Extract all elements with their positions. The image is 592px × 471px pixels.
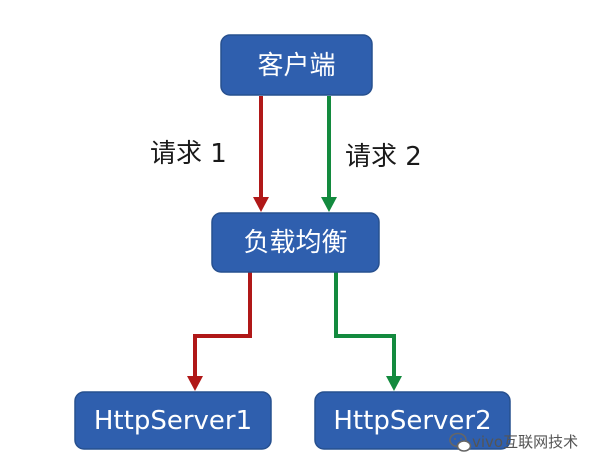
label-request1: 请求 1 (150, 139, 227, 169)
node-client-label: 客户端 (257, 51, 335, 81)
arrow-to-server1 (193, 272, 252, 378)
edge-to-server1 (187, 272, 252, 391)
arrowhead-request1 (253, 197, 269, 212)
load-balancing-diagram: 请求 1 请求 2 客户端 负载均衡 HttpServer1 HttpServe… (74, 34, 578, 452)
edge-request1 (253, 96, 269, 212)
label-request2: 请求 2 (345, 142, 422, 172)
node-server1-label: HttpServer1 (94, 406, 252, 436)
arrow-to-server2 (334, 272, 396, 378)
node-load-balancer: 负载均衡 (211, 212, 380, 273)
arrowhead-request2 (321, 197, 337, 212)
watermark-text: vivo互联网技术 (472, 433, 578, 451)
node-server2-label: HttpServer2 (333, 406, 491, 436)
edge-to-server2 (334, 272, 402, 391)
node-client: 客户端 (220, 34, 373, 96)
node-load-balancer-label: 负载均衡 (243, 228, 347, 258)
edge-request2 (321, 96, 337, 212)
node-server1: HttpServer1 (74, 391, 272, 450)
arrowhead-to-server1 (187, 376, 203, 391)
arrowhead-to-server2 (386, 376, 402, 391)
